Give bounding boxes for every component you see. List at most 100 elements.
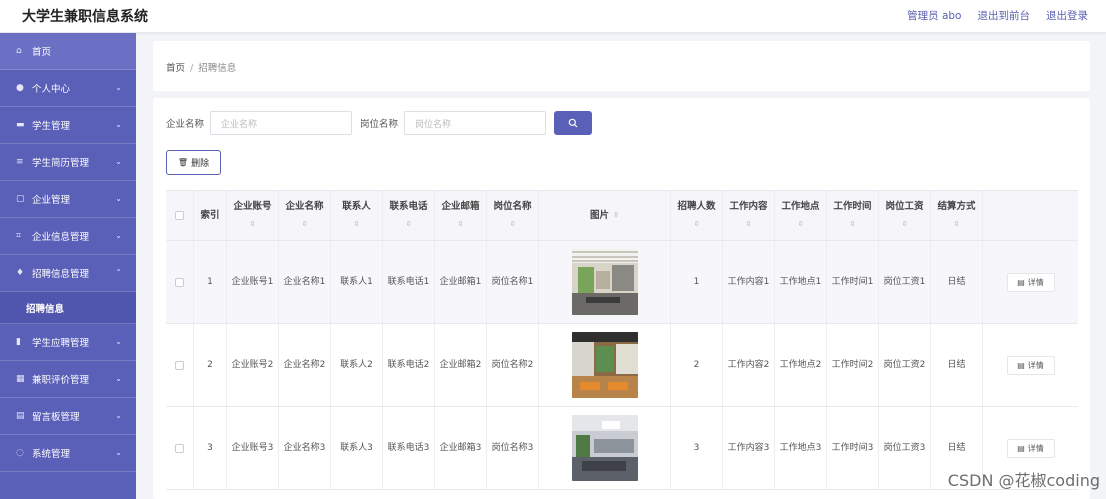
- row-checkbox[interactable]: [175, 277, 184, 287]
- sidebar-item-reviews[interactable]: ▦ 兼职评价管理 ⌄: [0, 361, 136, 398]
- actions-cell: ▤ 详情: [983, 324, 1078, 406]
- job-image[interactable]: [571, 332, 638, 398]
- company-search-label: 企业名称: [166, 119, 205, 130]
- sidebar-item-students[interactable]: ▬ 学生管理 ⌄: [0, 107, 136, 144]
- delete-button[interactable]: 🗑 删除: [166, 150, 221, 175]
- sort-icon: ⇳: [797, 220, 804, 228]
- sort-icon: ⇳: [249, 220, 256, 228]
- sort-icon: ⇳: [953, 220, 960, 228]
- job-image[interactable]: [571, 415, 638, 481]
- row-checkbox[interactable]: [175, 443, 184, 453]
- position-cell: 岗位名称1: [487, 241, 539, 323]
- company-cell: 企业名称2: [279, 324, 331, 406]
- document-icon: ▤: [1017, 277, 1025, 287]
- content-cell: 工作内容2: [723, 324, 775, 406]
- table-row: 1 企业账号1 企业名称1 联系人1 联系电话1 企业邮箱1 岗位名称1 1 工…: [166, 241, 1078, 324]
- sidebar-item-label: 个人中心: [32, 84, 71, 95]
- phone-cell: 联系电话1: [383, 241, 435, 323]
- header-account[interactable]: 企业账号 ⇳: [227, 191, 279, 240]
- header-label: 联系人: [342, 201, 371, 212]
- recruitment-table: 索引 企业账号 ⇳ 企业名称 ⇳ 联系人 ⇳ 联系电话 ⇳ 企业邮箱 ⇳ 岗位名称 ⇳ 图片…: [166, 190, 1078, 490]
- header-label: 岗位工资: [885, 201, 924, 212]
- header-position[interactable]: 岗位名称 ⇳: [487, 191, 539, 240]
- sidebar-item-companies[interactable]: ▢ 企业管理 ⌄: [0, 181, 136, 218]
- sidebar-item-system[interactable]: ◌ 系统管理 ⌄: [0, 435, 136, 472]
- position-cell: 岗位名称2: [487, 324, 539, 406]
- sort-icon: ⇳: [509, 220, 516, 228]
- detail-button[interactable]: ▤ 详情: [1006, 438, 1055, 458]
- header-phone[interactable]: 联系电话 ⇳: [383, 191, 435, 240]
- salary-cell: 岗位工资1: [879, 241, 931, 323]
- sidebar-item-company-info[interactable]: ⌗ 企业信息管理 ⌄: [0, 218, 136, 255]
- sort-icon: ⇳: [849, 220, 856, 228]
- clipboard-icon: ▮: [16, 337, 21, 347]
- select-all-checkbox[interactable]: [175, 211, 184, 220]
- header-actions: [983, 191, 1078, 240]
- sidebar-item-label: 企业管理: [32, 195, 71, 206]
- content-cell: 工作内容3: [723, 407, 775, 489]
- header-salary[interactable]: 岗位工资 ⇳: [879, 191, 931, 240]
- breadcrumb-home[interactable]: 首页: [166, 63, 185, 74]
- index-cell: 2: [194, 324, 227, 406]
- detail-button[interactable]: ▤ 详情: [1006, 272, 1055, 292]
- index-cell: 1: [194, 241, 227, 323]
- user-icon: ●: [16, 83, 24, 93]
- sidebar-item-applications[interactable]: ▮ 学生应聘管理 ⌄: [0, 324, 136, 361]
- count-cell: 3: [671, 407, 723, 489]
- header-image[interactable]: 图片 ⇳: [539, 191, 671, 240]
- search-button[interactable]: [554, 111, 593, 135]
- header-count[interactable]: 招聘人数 ⇳: [671, 191, 723, 240]
- count-cell: 2: [671, 324, 723, 406]
- sidebar-item-label: 学生简历管理: [32, 158, 90, 169]
- row-select-cell: [166, 407, 194, 489]
- chevron-down-icon: ⌄: [115, 231, 122, 240]
- detail-button[interactable]: ▤ 详情: [1006, 355, 1055, 375]
- header-email[interactable]: 企业邮箱 ⇳: [435, 191, 487, 240]
- header-settle[interactable]: 结算方式 ⇳: [931, 191, 983, 240]
- job-image[interactable]: [571, 249, 638, 315]
- sidebar-subitem-recruitment-info[interactable]: 招聘信息: [0, 292, 136, 324]
- row-checkbox[interactable]: [175, 360, 184, 370]
- home-icon: ⌂: [16, 46, 22, 56]
- sort-icon: ⇳: [745, 220, 752, 228]
- header-location[interactable]: 工作地点 ⇳: [775, 191, 827, 240]
- sort-icon: ⇳: [901, 220, 908, 228]
- location-cell: 工作地点3: [775, 407, 827, 489]
- scan-icon: ⌗: [16, 231, 22, 241]
- header-contact[interactable]: 联系人 ⇳: [331, 191, 383, 240]
- sidebar-item-recruitment[interactable]: ♦ 招聘信息管理 ⌃: [0, 255, 136, 292]
- contact-cell: 联系人3: [331, 407, 383, 489]
- detail-button-label: 详情: [1027, 443, 1044, 453]
- time-cell: 工作时间1: [827, 241, 879, 323]
- header-time[interactable]: 工作时间 ⇳: [827, 191, 879, 240]
- admin-label[interactable]: 管理员 abo: [907, 8, 961, 23]
- header-label: 工作时间: [833, 201, 872, 212]
- app-title: 大学生兼职信息系统: [22, 9, 148, 25]
- sidebar-item-resumes[interactable]: ≡ 学生简历管理 ⌄: [0, 144, 136, 181]
- row-select-cell: [166, 324, 194, 406]
- position-search-input[interactable]: 岗位名称: [404, 111, 547, 135]
- chevron-down-icon: ⌄: [115, 337, 122, 346]
- sidebar-item-personal[interactable]: ● 个人中心 ⌄: [0, 70, 136, 107]
- detail-button-label: 详情: [1027, 277, 1044, 287]
- chevron-down-icon: ⌄: [115, 374, 122, 383]
- company-search-input[interactable]: 企业名称: [210, 111, 353, 135]
- phone-cell: 联系电话3: [383, 407, 435, 489]
- trash-icon: 🗑: [177, 158, 189, 167]
- exit-to-front-link[interactable]: 退出到前台: [978, 8, 1031, 23]
- header-label: 结算方式: [937, 201, 976, 212]
- header-company[interactable]: 企业名称 ⇳: [279, 191, 331, 240]
- header-content[interactable]: 工作内容 ⇳: [723, 191, 775, 240]
- table-header-row: 索引 企业账号 ⇳ 企业名称 ⇳ 联系人 ⇳ 联系电话 ⇳ 企业邮箱 ⇳ 岗位名称 ⇳ 图片…: [166, 191, 1078, 241]
- logout-link[interactable]: 退出登录: [1046, 8, 1088, 23]
- sort-icon: ⇳: [613, 211, 619, 219]
- settle-cell: 日结: [931, 324, 983, 406]
- sidebar-item-home[interactable]: ⌂ 首页: [0, 33, 136, 70]
- table-row: 2 企业账号2 企业名称2 联系人2 联系电话2 企业邮箱2 岗位名称2 2 工…: [166, 324, 1078, 407]
- office-photo-icon: [571, 332, 638, 398]
- grid-icon: ▦: [16, 374, 25, 384]
- sort-icon: ⇳: [405, 220, 412, 228]
- chevron-down-icon: ⌄: [115, 120, 122, 129]
- sidebar-item-messages[interactable]: ▤ 留言板管理 ⌄: [0, 398, 136, 435]
- email-cell: 企业邮箱2: [435, 324, 487, 406]
